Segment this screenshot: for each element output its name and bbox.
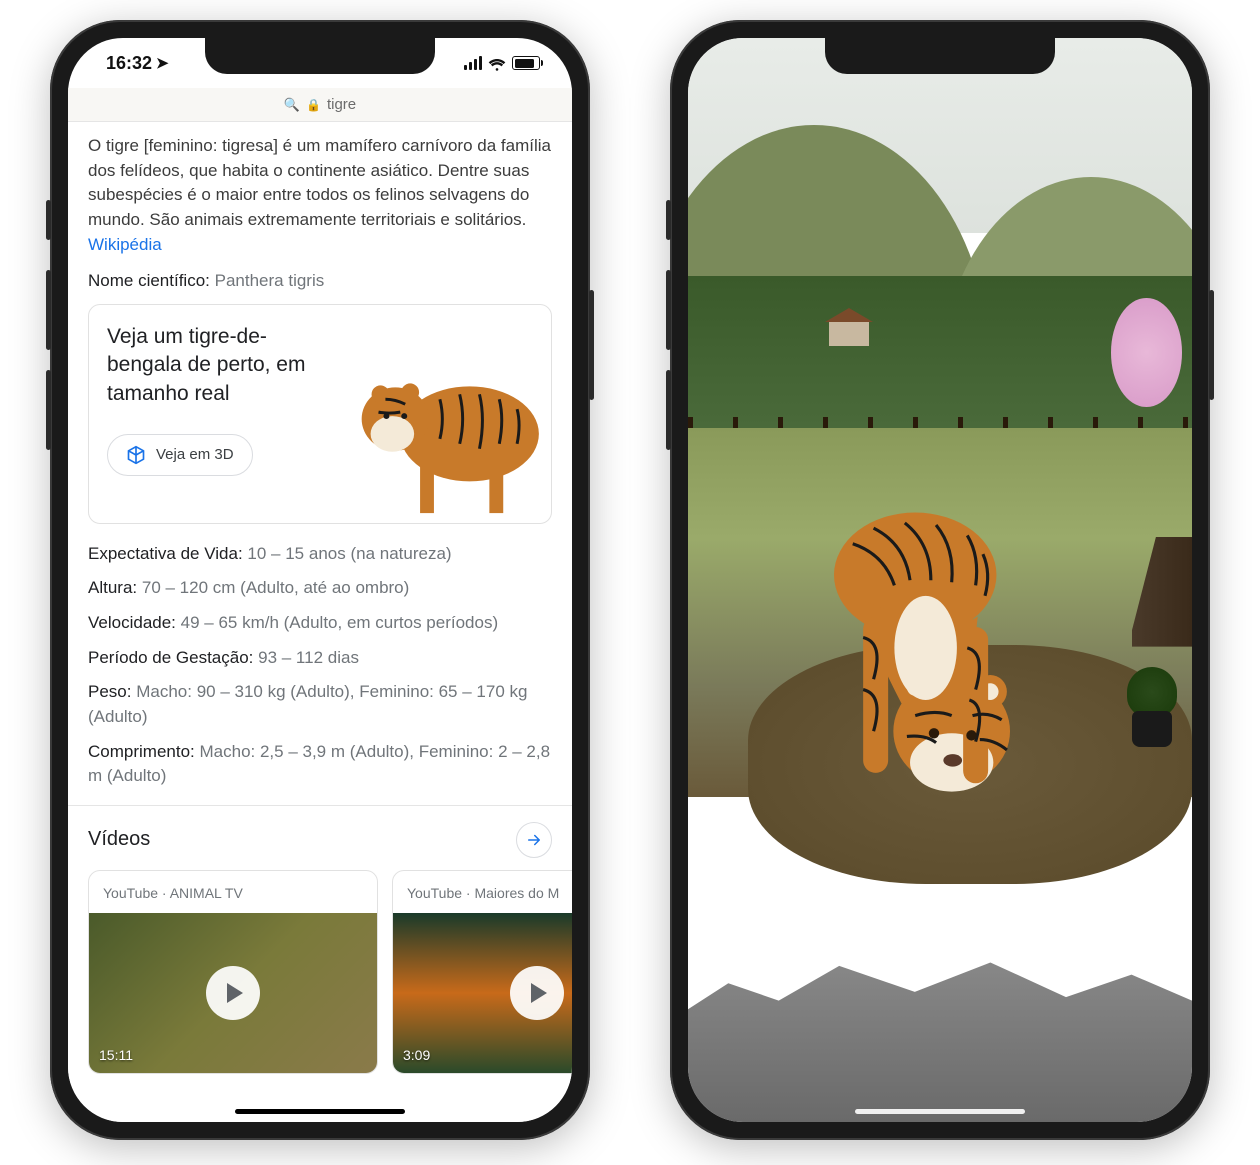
description-paragraph: O tigre [feminino: tigresa] é um mamífer… — [88, 134, 552, 257]
status-time: 16:32 — [106, 53, 152, 74]
video-duration: 3:09 — [403, 1045, 430, 1065]
fact-row: Período de Gestação: 93 – 112 dias — [88, 646, 552, 671]
scientific-name-row: Nome científico: Panthera tigris — [88, 269, 552, 294]
notch — [825, 38, 1055, 74]
phone-right — [670, 20, 1210, 1140]
video-card[interactable]: YouTube · ANIMAL TV 15:11 — [88, 870, 378, 1074]
phone-left: 16:32 ➤ 🔍 🔒 tigre O tigre [feminino: tig… — [50, 20, 590, 1140]
ar-card-title: Veja um tigre-de-bengala de perto, em ta… — [107, 323, 329, 408]
location-icon: ➤ — [156, 54, 169, 72]
search-icon: 🔍 — [284, 97, 300, 113]
fact-row: Expectativa de Vida: 10 – 15 anos (na na… — [88, 542, 552, 567]
fact-row: Altura: 70 – 120 cm (Adulto, até ao ombr… — [88, 576, 552, 601]
signal-icon — [464, 56, 482, 70]
battery-icon — [512, 56, 540, 70]
ar-tiger-model[interactable] — [759, 450, 1071, 927]
video-carousel[interactable]: YouTube · ANIMAL TV 15:11 YouTube · Maio… — [88, 870, 552, 1074]
search-result-content: O tigre [feminino: tigresa] é um mamífer… — [68, 122, 572, 1122]
wikipedia-link[interactable]: Wikipédia — [88, 235, 162, 254]
fact-row: Peso: Macho: 90 – 310 kg (Adulto), Femin… — [88, 680, 552, 729]
ar-camera-view[interactable] — [688, 38, 1192, 1122]
lock-icon: 🔒 — [306, 98, 321, 112]
video-card[interactable]: YouTube · Maiores do M 3:09 — [392, 870, 572, 1074]
view-3d-button[interactable]: Veja em 3D — [107, 434, 253, 476]
play-icon — [510, 966, 564, 1020]
url-bar[interactable]: 🔍 🔒 tigre — [68, 88, 572, 122]
url-query: tigre — [327, 96, 356, 113]
videos-section-header: Vídeos — [88, 806, 552, 870]
cube-3d-icon — [126, 445, 146, 465]
ar-view-card[interactable]: Veja um tigre-de-bengala de perto, em ta… — [88, 304, 552, 524]
home-indicator[interactable] — [235, 1109, 405, 1114]
tiger-3d-preview — [329, 325, 551, 523]
videos-heading: Vídeos — [88, 825, 150, 854]
video-thumbnail[interactable]: 15:11 — [89, 913, 377, 1073]
video-meta: YouTube · Maiores do M — [393, 871, 572, 913]
fact-row: Comprimento: Macho: 2,5 – 3,9 m (Adulto)… — [88, 740, 552, 789]
home-indicator[interactable] — [855, 1109, 1025, 1114]
video-thumbnail[interactable]: 3:09 — [393, 913, 572, 1073]
more-videos-button[interactable] — [516, 822, 552, 858]
wifi-icon — [488, 56, 506, 70]
notch — [205, 38, 435, 74]
video-meta: YouTube · ANIMAL TV — [89, 871, 377, 913]
play-icon — [206, 966, 260, 1020]
video-duration: 15:11 — [99, 1045, 133, 1065]
fact-row: Velocidade: 49 – 65 km/h (Adulto, em cur… — [88, 611, 552, 636]
